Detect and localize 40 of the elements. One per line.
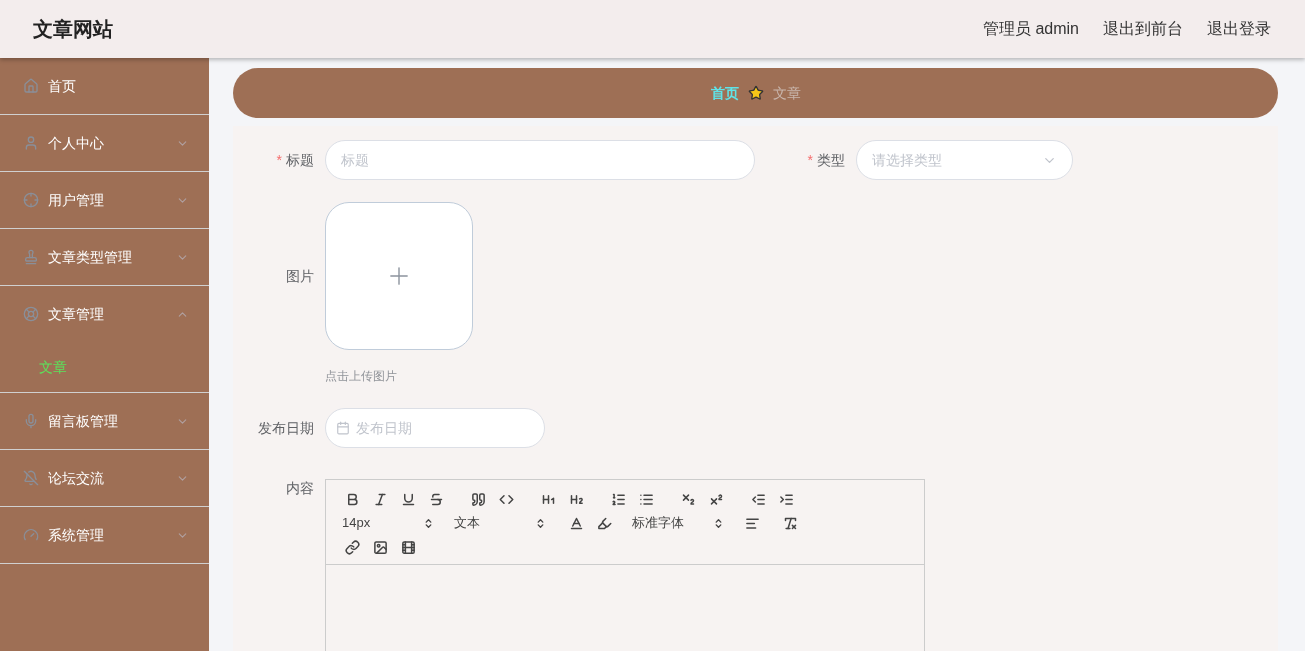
- user-icon: [23, 135, 39, 151]
- crosshair-icon: [23, 192, 39, 208]
- editor-picker[interactable]: 14px: [338, 512, 438, 534]
- star-icon: [747, 85, 764, 101]
- header-link[interactable]: 退出登录: [1207, 17, 1271, 41]
- editor-picker[interactable]: 文本: [450, 512, 550, 534]
- gauge-icon: [23, 527, 39, 543]
- sidebar-item[interactable]: 系统管理: [0, 507, 209, 563]
- lifebuoy-icon: [23, 306, 39, 322]
- calendar-icon: [336, 421, 350, 435]
- sidebar-item[interactable]: 文章类型管理: [0, 229, 209, 285]
- sidebar-item[interactable]: 用户管理: [0, 172, 209, 228]
- sidebar-item[interactable]: 文章管理: [0, 286, 209, 342]
- microphone-icon: [23, 413, 39, 429]
- bell-off-icon: [23, 470, 39, 486]
- breadcrumb-item: 文章: [772, 83, 801, 103]
- field-label: 图片: [286, 266, 314, 286]
- home-icon: [23, 78, 39, 94]
- site-title: 文章网站: [33, 17, 113, 42]
- sidebar-item[interactable]: 留言板管理: [0, 393, 209, 449]
- editor-picker[interactable]: 标准字体: [628, 512, 728, 534]
- required-asterisk: *: [276, 150, 282, 170]
- breadcrumb-item[interactable]: 首页: [710, 82, 739, 104]
- sidebar-item[interactable]: 首页: [0, 58, 209, 114]
- required-asterisk: *: [807, 150, 813, 170]
- header-link[interactable]: 管理员 admin: [982, 17, 1079, 41]
- up-down-caret-icon: [423, 517, 434, 529]
- up-down-caret-icon: [713, 517, 724, 529]
- upload-hint: 点击上传图片: [325, 368, 398, 385]
- title-field[interactable]: 标题: [325, 140, 755, 180]
- header-link[interactable]: 退出到前台: [1103, 17, 1183, 41]
- field-label: 类型: [817, 150, 845, 170]
- up-down-caret-icon: [535, 517, 546, 529]
- sidebar-subitem[interactable]: 文章: [0, 342, 209, 392]
- sidebar-item[interactable]: 个人中心: [0, 115, 209, 171]
- field-label: 内容: [286, 478, 314, 498]
- stamp-icon: [23, 249, 39, 265]
- field-label: 标题: [286, 150, 314, 170]
- sidebar-item[interactable]: 论坛交流: [0, 450, 209, 506]
- field-label: 发布日期: [258, 418, 314, 438]
